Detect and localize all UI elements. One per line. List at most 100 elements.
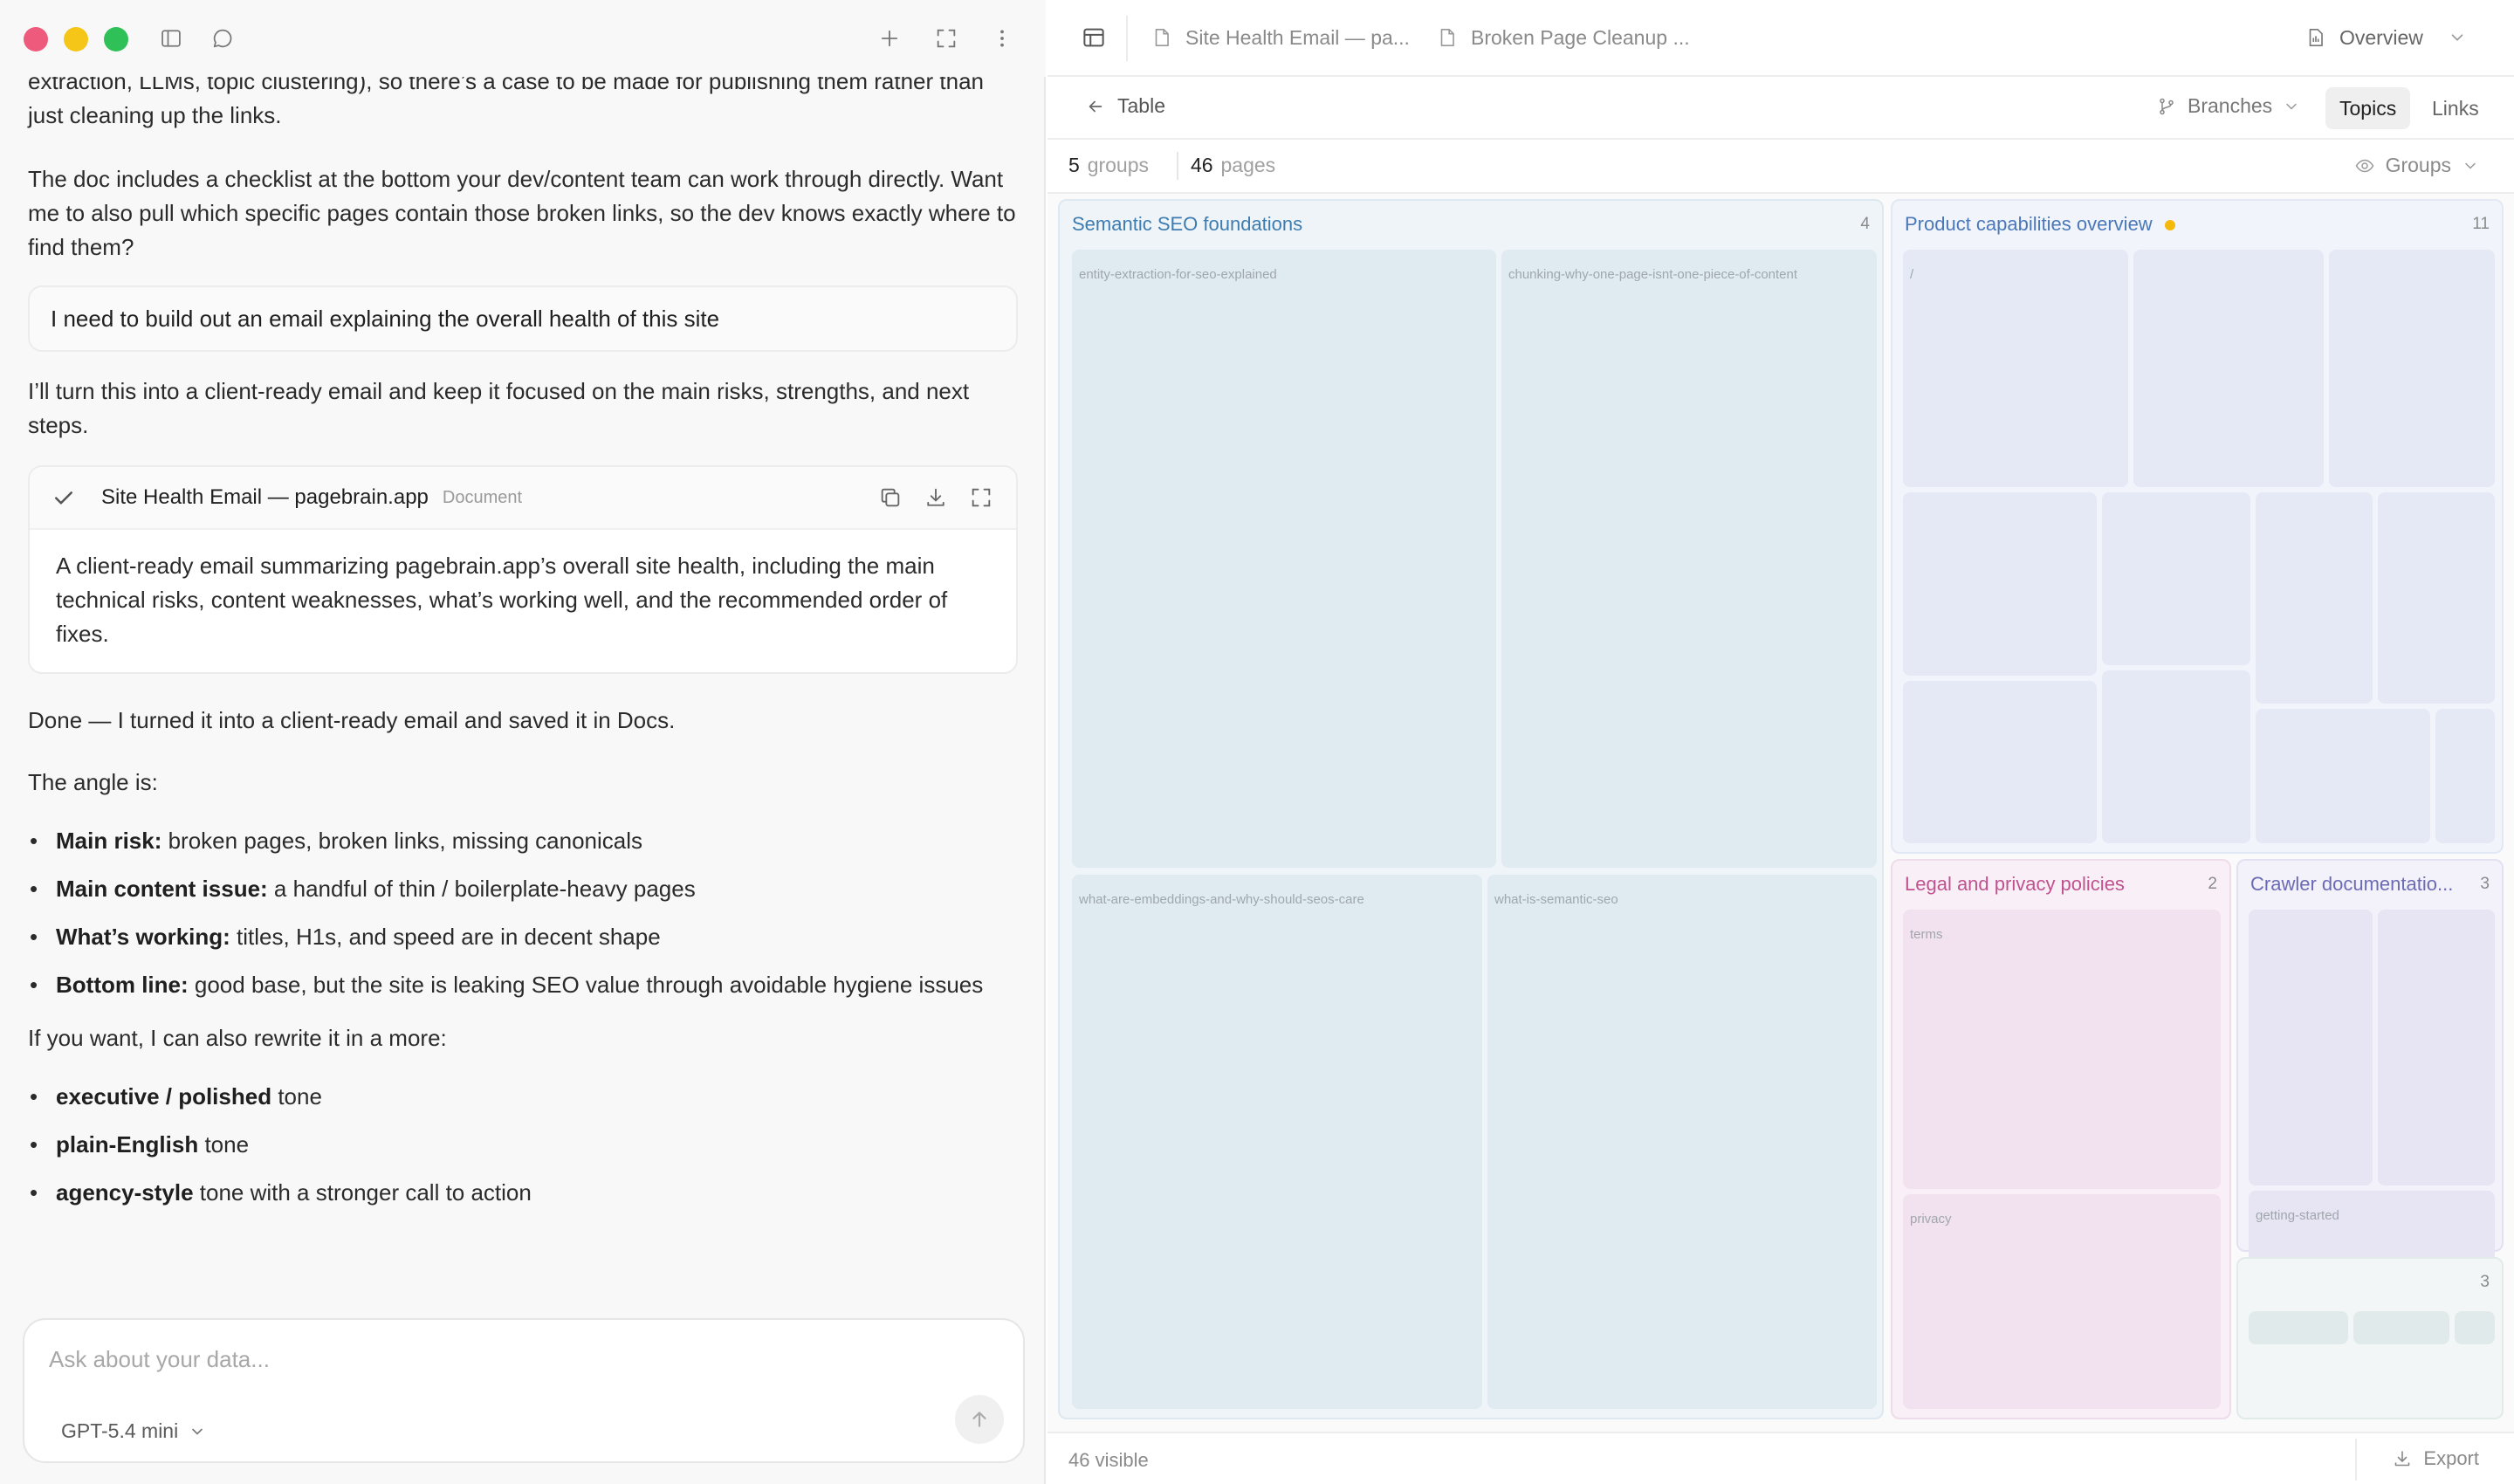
export-button[interactable]: Export (2392, 1447, 2479, 1470)
pages-stat: 46 pages (1191, 154, 1276, 176)
page-tile[interactable] (2329, 250, 2495, 487)
page-tile[interactable] (2378, 910, 2495, 1185)
download-icon[interactable] (922, 484, 950, 512)
chat-input[interactable]: Ask about your data... (49, 1346, 270, 1373)
page-tile[interactable] (2435, 709, 2495, 843)
maximize-window-button[interactable] (104, 27, 128, 52)
page-tile[interactable]: what-is-semantic-seo (1487, 875, 1877, 1409)
list-item: plain-English tone (28, 1121, 1018, 1169)
visible-count: 46 visible (1068, 1449, 1149, 1471)
check-icon (55, 491, 72, 505)
page-tile-label: what-are-embeddings-and-why-should-seos-… (1079, 892, 1364, 907)
page-tile[interactable] (2102, 670, 2250, 843)
back-label: Table (1117, 94, 1165, 117)
page-tile-label: chunking-why-one-page-isnt-one-piece-of-… (1508, 267, 1798, 282)
more-options-icon[interactable] (986, 23, 1018, 54)
tab-label: Site Health Email — pa... (1185, 25, 1410, 49)
group-title: Semantic SEO foundations (1072, 213, 1303, 235)
page-tile-label: terms (1910, 927, 1943, 942)
user-message: I need to build out an email explaining … (28, 285, 1018, 352)
page-tile[interactable]: / (1903, 250, 2128, 487)
list-item: agency-style tone with a stronger call t… (28, 1169, 1018, 1217)
send-button[interactable] (955, 1395, 1004, 1444)
topics-treemap: Semantic SEO foundations 4 entity-extrac… (1048, 194, 2514, 1432)
status-dot (2164, 220, 2175, 231)
page-tile[interactable]: what-are-embeddings-and-why-should-seos-… (1072, 875, 1482, 1409)
topic-group-crawler-docs[interactable]: Crawler documentatio... 3 getting-starte… (2236, 859, 2504, 1313)
page-tile-label: entity-extraction-for-seo-explained (1079, 267, 1277, 282)
list-item: What’s working: titles, H1s, and speed a… (28, 913, 1018, 961)
minimize-window-button[interactable] (64, 27, 88, 52)
page-tile-label: privacy (1910, 1212, 1952, 1226)
page-tile[interactable] (2102, 492, 2250, 665)
sidebar-toggle-icon[interactable] (155, 23, 187, 54)
group-count: 11 (2472, 215, 2490, 233)
page-tile[interactable] (2256, 492, 2373, 704)
assistant-paragraph: I’ll turn this into a client-ready email… (28, 378, 970, 438)
document-card-header: Site Health Email — pagebrain.app Docume… (30, 467, 1016, 530)
list-item: Bottom line: good base, but the site is … (28, 961, 1018, 1009)
topic-group-semantic-seo[interactable]: Semantic SEO foundations 4 entity-extrac… (1058, 199, 1884, 1419)
list-item: Main risk: broken pages, broken links, m… (28, 817, 1018, 865)
chevron-down-icon (192, 1428, 203, 1435)
document-title: Site Health Email — pagebrain.app (101, 485, 429, 509)
table-view-icon[interactable] (1081, 0, 1107, 75)
tone-list: executive / polished tone plain-English … (28, 1073, 1018, 1217)
tab-broken-page-cleanup[interactable]: Broken Page Cleanup ... (1436, 0, 1690, 75)
chat-bubble-icon[interactable] (207, 23, 238, 54)
document-card[interactable]: Site Health Email — pagebrain.app Docume… (28, 465, 1018, 674)
document-summary: A client-ready email summarizing pagebra… (56, 553, 948, 647)
page-tile[interactable] (2133, 250, 2324, 487)
model-selector[interactable]: GPT-5.4 mini (61, 1419, 206, 1443)
page-tile[interactable] (2249, 910, 2373, 1185)
document-chart-icon (2309, 28, 2323, 47)
page-tile[interactable] (1903, 492, 2097, 676)
group-title: Crawler documentatio... (2250, 873, 2454, 895)
group-count: 3 (2480, 875, 2490, 893)
overview-label: Overview (2339, 25, 2423, 49)
view-links-button[interactable]: Links (2418, 87, 2493, 129)
page-tile[interactable] (2249, 1311, 2348, 1344)
page-tile[interactable]: terms (1903, 910, 2221, 1189)
document-type-label: Document (442, 487, 523, 507)
page-tile[interactable] (2353, 1311, 2449, 1344)
chat-transcript[interactable]: extraction, LLMs, topic clustering), so … (0, 0, 1046, 1309)
status-footer: 46 visible Export (1048, 1432, 2514, 1484)
group-count: 3 (2480, 1273, 2490, 1291)
branches-dropdown[interactable]: Branches (2156, 94, 2300, 118)
groups-dropdown[interactable]: Groups (2354, 154, 2479, 177)
page-tile-label: / (1910, 267, 1914, 282)
arrow-left-icon (1089, 100, 1102, 112)
document-icon (1440, 28, 1454, 47)
fullscreen-icon[interactable] (931, 23, 962, 54)
group-count: 4 (1860, 215, 1870, 233)
page-tile[interactable]: privacy (1903, 1194, 2221, 1409)
copy-icon[interactable] (876, 484, 904, 512)
branches-label: Branches (2188, 94, 2273, 117)
page-tile[interactable] (2256, 709, 2430, 843)
overview-dropdown[interactable]: Overview (2304, 0, 2467, 75)
arrow-up-icon (972, 1412, 986, 1427)
page-tile[interactable]: entity-extraction-for-seo-explained (1072, 250, 1496, 868)
assistant-paragraph: If you want, I can also rewrite it in a … (28, 1025, 447, 1051)
topic-group-legal-privacy[interactable]: Legal and privacy policies 2 terms priva… (1891, 859, 2231, 1419)
page-tile[interactable]: chunking-why-one-page-isnt-one-piece-of-… (1501, 250, 1877, 868)
new-chat-icon[interactable] (874, 23, 905, 54)
topic-group-product-capabilities[interactable]: Product capabilities overview 11 / (1891, 199, 2504, 854)
assistant-paragraph: Done — I turned it into a client-ready e… (28, 707, 676, 733)
expand-icon[interactable] (967, 484, 995, 512)
eye-icon (2355, 159, 2373, 172)
view-topics-button[interactable]: Topics (2325, 87, 2411, 129)
page-tile[interactable] (1903, 681, 2097, 843)
page-tile-label: getting-started (2256, 1208, 2339, 1223)
chat-titlebar (0, 0, 1046, 77)
back-to-table-button[interactable]: Table (1086, 94, 1165, 118)
close-window-button[interactable] (24, 27, 48, 52)
page-tile[interactable] (2378, 492, 2495, 704)
list-item: executive / polished tone (28, 1073, 1018, 1121)
tab-site-health-email[interactable]: Site Health Email — pa... (1151, 0, 1410, 75)
page-tile[interactable] (2455, 1311, 2495, 1344)
topic-group-collapsed[interactable]: 3 (2236, 1257, 2504, 1419)
groups-stat: 5 groups (1068, 154, 1150, 176)
document-icon (1155, 28, 1169, 47)
